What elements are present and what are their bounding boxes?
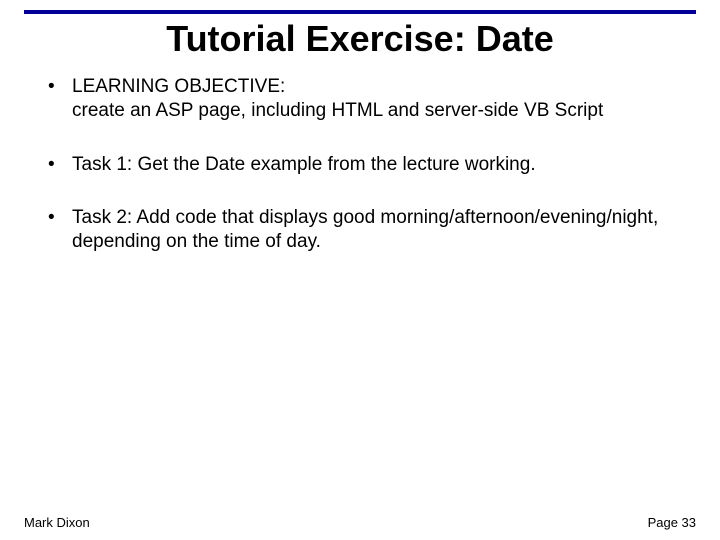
slide-footer: Mark Dixon Page 33 (24, 515, 696, 530)
slide-content: • LEARNING OBJECTIVE:create an ASP page,… (48, 75, 688, 284)
bullet-item: • Task 2: Add code that displays good mo… (48, 206, 688, 254)
title-rule (24, 10, 696, 14)
bullet-dot-icon: • (48, 153, 72, 177)
footer-page: Page 33 (648, 515, 696, 530)
bullet-text: Task 2: Add code that displays good morn… (72, 206, 688, 254)
bullet-dot-icon: • (48, 206, 72, 230)
bullet-dot-icon: • (48, 75, 72, 99)
slide-title: Tutorial Exercise: Date (0, 18, 720, 60)
bullet-text: LEARNING OBJECTIVE:create an ASP page, i… (72, 75, 688, 123)
bullet-item: • LEARNING OBJECTIVE:create an ASP page,… (48, 75, 688, 123)
footer-author: Mark Dixon (24, 515, 90, 530)
bullet-item: • Task 1: Get the Date example from the … (48, 153, 688, 177)
bullet-text: Task 1: Get the Date example from the le… (72, 153, 688, 177)
